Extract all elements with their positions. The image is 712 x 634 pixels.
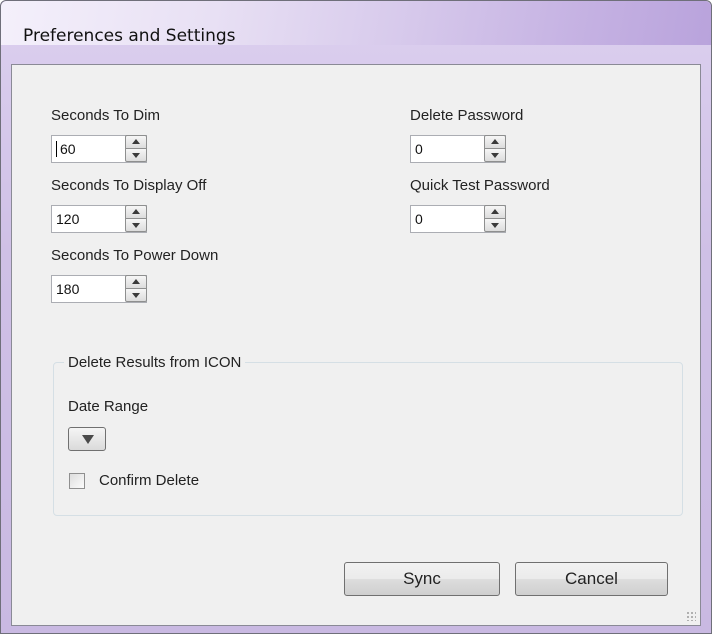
- spin-up-button[interactable]: [484, 135, 506, 149]
- date-range-dropdown-button[interactable]: [68, 427, 106, 451]
- spin-down-button[interactable]: [125, 218, 147, 232]
- spin-up-button[interactable]: [484, 205, 506, 219]
- delete-password-value[interactable]: 0: [415, 141, 423, 157]
- date-range-label: Date Range: [68, 398, 149, 415]
- seconds-to-dim-label: Seconds To Dim: [51, 107, 160, 124]
- triangle-down-icon: [132, 293, 140, 298]
- quick-test-password-label: Quick Test Password: [410, 177, 550, 194]
- spin-down-button[interactable]: [125, 148, 147, 162]
- triangle-down-icon: [132, 153, 140, 158]
- seconds-to-display-off-spinner[interactable]: 120: [51, 205, 147, 233]
- window-title: Preferences and Settings: [23, 26, 236, 46]
- triangle-up-icon: [132, 209, 140, 214]
- title-bar[interactable]: Preferences and Settings: [1, 1, 711, 46]
- triangle-down-icon: [491, 223, 499, 228]
- delete-password-label: Delete Password: [410, 107, 524, 124]
- seconds-to-dim-value[interactable]: 60: [60, 141, 76, 157]
- confirm-delete-checkbox[interactable]: [69, 473, 85, 489]
- triangle-up-icon: [491, 139, 499, 144]
- spinner-arrows: [125, 205, 147, 233]
- spin-down-button[interactable]: [125, 288, 147, 302]
- preferences-window: Preferences and Settings Seconds To Dim …: [0, 0, 712, 634]
- dialog-body: Seconds To Dim 60 Seconds To Display Off…: [11, 64, 701, 626]
- triangle-down-icon: [132, 223, 140, 228]
- delete-password-spinner[interactable]: 0: [410, 135, 506, 163]
- quick-test-password-value[interactable]: 0: [415, 211, 423, 227]
- triangle-up-icon: [491, 209, 499, 214]
- spin-up-button[interactable]: [125, 205, 147, 219]
- quick-test-password-spinner[interactable]: 0: [410, 205, 506, 233]
- seconds-to-power-down-spinner[interactable]: 180: [51, 275, 147, 303]
- spin-up-button[interactable]: [125, 275, 147, 289]
- spin-down-button[interactable]: [484, 218, 506, 232]
- spinner-arrows: [484, 205, 506, 233]
- spinner-arrows: [125, 275, 147, 303]
- sync-button[interactable]: Sync: [344, 562, 500, 596]
- delete-results-group: [53, 362, 683, 516]
- text-caret: [56, 141, 57, 157]
- triangle-up-icon: [132, 279, 140, 284]
- seconds-to-power-down-value[interactable]: 180: [56, 281, 79, 297]
- spinner-arrows: [125, 135, 147, 163]
- spin-down-button[interactable]: [484, 148, 506, 162]
- confirm-delete-label[interactable]: Confirm Delete: [99, 472, 199, 490]
- delete-results-group-title: Delete Results from ICON: [64, 354, 246, 372]
- triangle-up-icon: [132, 139, 140, 144]
- seconds-to-display-off-label: Seconds To Display Off: [51, 177, 207, 194]
- spinner-arrows: [484, 135, 506, 163]
- seconds-to-dim-spinner[interactable]: 60: [51, 135, 147, 163]
- cancel-button[interactable]: Cancel: [515, 562, 668, 596]
- resize-grip-icon[interactable]: [686, 611, 696, 621]
- spin-up-button[interactable]: [125, 135, 147, 149]
- triangle-down-icon: [491, 153, 499, 158]
- seconds-to-power-down-label: Seconds To Power Down: [51, 247, 219, 264]
- seconds-to-display-off-value[interactable]: 120: [56, 211, 79, 227]
- triangle-down-icon: [82, 435, 94, 444]
